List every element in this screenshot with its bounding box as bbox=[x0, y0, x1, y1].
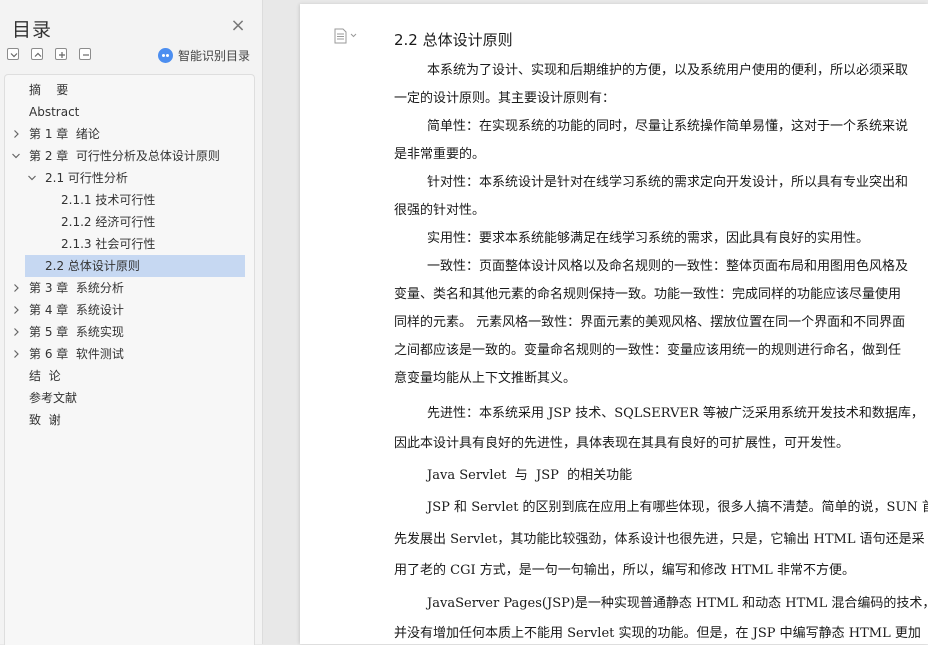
paragraph-line: 先发展出 Servlet，其功能比较强劲，体系设计也很先进，只是，它输出 HTM… bbox=[394, 532, 925, 547]
paragraph-line: 针对性：本系统设计是针对在线学习系统的需求定向开发设计，所以具有专业突出和 bbox=[394, 175, 909, 190]
toc-item[interactable]: 第 3 章 系统分析 bbox=[14, 277, 240, 299]
expand-all-icon[interactable] bbox=[7, 48, 19, 60]
paragraph-line: JSP 和 Servlet 的区别到底在应用上有哪些体现，很多人搞不清楚。简单的… bbox=[394, 500, 928, 515]
toc-item[interactable]: 第 4 章 系统设计 bbox=[14, 299, 240, 321]
toc-item-label: 第 2 章 可行性分析及总体设计原则 bbox=[29, 149, 220, 163]
chevron-right-icon[interactable] bbox=[11, 343, 21, 365]
toc-item-label: 2.1.3 社会可行性 bbox=[61, 237, 156, 251]
add-entry-icon[interactable] bbox=[55, 48, 67, 60]
paragraph-line: 用了老的 CGI 方式，是一句一句输出，所以，编写和修改 HTML 非常不方便。 bbox=[394, 563, 855, 578]
toc-item-label: 2.1.1 技术可行性 bbox=[61, 193, 156, 207]
toc-item[interactable]: 第 5 章 系统实现 bbox=[14, 321, 240, 343]
paragraph-line: 是非常重要的。 bbox=[394, 147, 486, 162]
toc-item[interactable]: 致 谢 bbox=[20, 409, 240, 431]
paragraph-line: 意变量均能从上下文推断其义。 bbox=[394, 371, 577, 386]
section-heading: 2.2 总体设计原则 bbox=[394, 31, 513, 49]
paragraph-line: 很强的针对性。 bbox=[394, 203, 486, 218]
paragraph-line: 本系统为了设计、实现和后期维护的方便，以及系统用户使用的便利，所以必须采取 bbox=[394, 63, 909, 78]
toc-sidebar: 目录 × 智能识别目录 摘 要 Abstract 第 1 章 绪论第 2 章 可行性… bbox=[0, 0, 263, 645]
toc-item-label: 第 3 章 系统分析 bbox=[29, 281, 124, 295]
chevron-right-icon[interactable] bbox=[11, 277, 21, 299]
paragraph-line: 变量、类名和其他元素的命名规则保持一致。功能一致性：完成同样的功能应该尽量使用 bbox=[394, 287, 902, 302]
paragraph-line: 并没有增加任何本质上不能用 Servlet 实现的功能。但是，在 JSP 中编写… bbox=[394, 626, 921, 641]
smart-toc-button[interactable]: 智能识别目录 bbox=[158, 46, 250, 64]
chevron-right-icon[interactable] bbox=[11, 299, 21, 321]
toc-title: 目录 bbox=[12, 19, 53, 41]
chevron-right-icon[interactable] bbox=[11, 321, 21, 343]
toc-item[interactable]: 第 6 章 软件测试 bbox=[14, 343, 240, 365]
toc-item-label: 第 6 章 软件测试 bbox=[29, 347, 124, 361]
toc-item-label: 结 论 bbox=[29, 369, 61, 383]
toc-item[interactable]: 摘 要 bbox=[20, 79, 240, 101]
paragraph-line: Java Servlet 与 JSP 的相关功能 bbox=[394, 468, 633, 483]
paragraph-line: 先进性：本系统采用 JSP 技术、SQLSERVER 等被广泛采用系统开发技术和… bbox=[394, 406, 924, 421]
toc-item-label: 第 1 章 绪论 bbox=[29, 127, 100, 141]
paragraph-line: 因此本设计具有良好的先进性，具体表现在其具有良好的可扩展性，可开发性。 bbox=[394, 436, 850, 451]
smart-toc-label: 智能识别目录 bbox=[178, 48, 251, 63]
toc-item[interactable]: 2.1 可行性分析 bbox=[20, 167, 240, 189]
close-icon[interactable]: × bbox=[229, 17, 247, 35]
paragraph-line: 简单性：在实现系统的功能的同时，尽量让系统操作简单易懂，这对于一个系统来说 bbox=[394, 119, 909, 134]
paragraph-line: 实用性：要求本系统能够满足在线学习系统的需求，因此具有良好的实用性。 bbox=[394, 231, 870, 246]
toc-item-label: 第 5 章 系统实现 bbox=[29, 325, 124, 339]
toc-item[interactable]: 2.1.3 社会可行性 bbox=[20, 233, 240, 255]
chevron-right-icon[interactable] bbox=[11, 123, 21, 145]
toc-item-label: 2.1 可行性分析 bbox=[45, 171, 128, 185]
paragraph-line: JavaServer Pages(JSP)是一种实现普通静态 HTML 和动态 … bbox=[394, 596, 928, 611]
toc-item[interactable]: 参考文献 bbox=[20, 387, 240, 409]
paragraph-line: 之间都应该是一致的。变量命名规则的一致性：变量应该用统一的规则进行命名，做到任 bbox=[394, 343, 902, 358]
paragraph-line: 一致性：页面整体设计风格以及命名规则的一致性：整体页面布局和用图用色风格及 bbox=[394, 259, 909, 274]
chevron-down-icon[interactable] bbox=[27, 167, 37, 189]
remove-entry-icon[interactable] bbox=[79, 48, 91, 60]
toc-item-label: 参考文献 bbox=[29, 391, 78, 405]
paragraph-line: 一定的设计原则。其主要设计原则有： bbox=[394, 91, 616, 106]
toc-item-label: 2.1.2 经济可行性 bbox=[61, 215, 156, 229]
toc-item[interactable]: 2.1.2 经济可行性 bbox=[20, 211, 240, 233]
toc-item[interactable]: 2.2 总体设计原则 bbox=[25, 255, 245, 277]
toc-item-label: 摘 要 bbox=[29, 83, 69, 97]
toc-item[interactable]: 第 2 章 可行性分析及总体设计原则 bbox=[12, 145, 240, 167]
toc-item-label: 2.2 总体设计原则 bbox=[45, 259, 140, 273]
toc-item[interactable]: Abstract bbox=[20, 101, 240, 123]
toc-item[interactable]: 第 1 章 绪论 bbox=[14, 123, 240, 145]
toc-item-label: 第 4 章 系统设计 bbox=[29, 303, 124, 317]
paragraph-line: 同样的元素。 元素风格一致性：界面元素的美观风格、摆放位置在同一个界面和不同界面 bbox=[394, 315, 906, 330]
toc-item[interactable]: 2.1.1 技术可行性 bbox=[20, 189, 240, 211]
toc-item-label: Abstract bbox=[29, 105, 80, 119]
chevron-down-icon[interactable] bbox=[11, 145, 21, 167]
robot-icon bbox=[158, 47, 173, 63]
collapse-all-icon[interactable] bbox=[31, 48, 43, 60]
page-view-icon[interactable] bbox=[334, 28, 362, 44]
toc-item-label: 致 谢 bbox=[29, 413, 61, 427]
toc-item[interactable]: 结 论 bbox=[20, 365, 240, 387]
